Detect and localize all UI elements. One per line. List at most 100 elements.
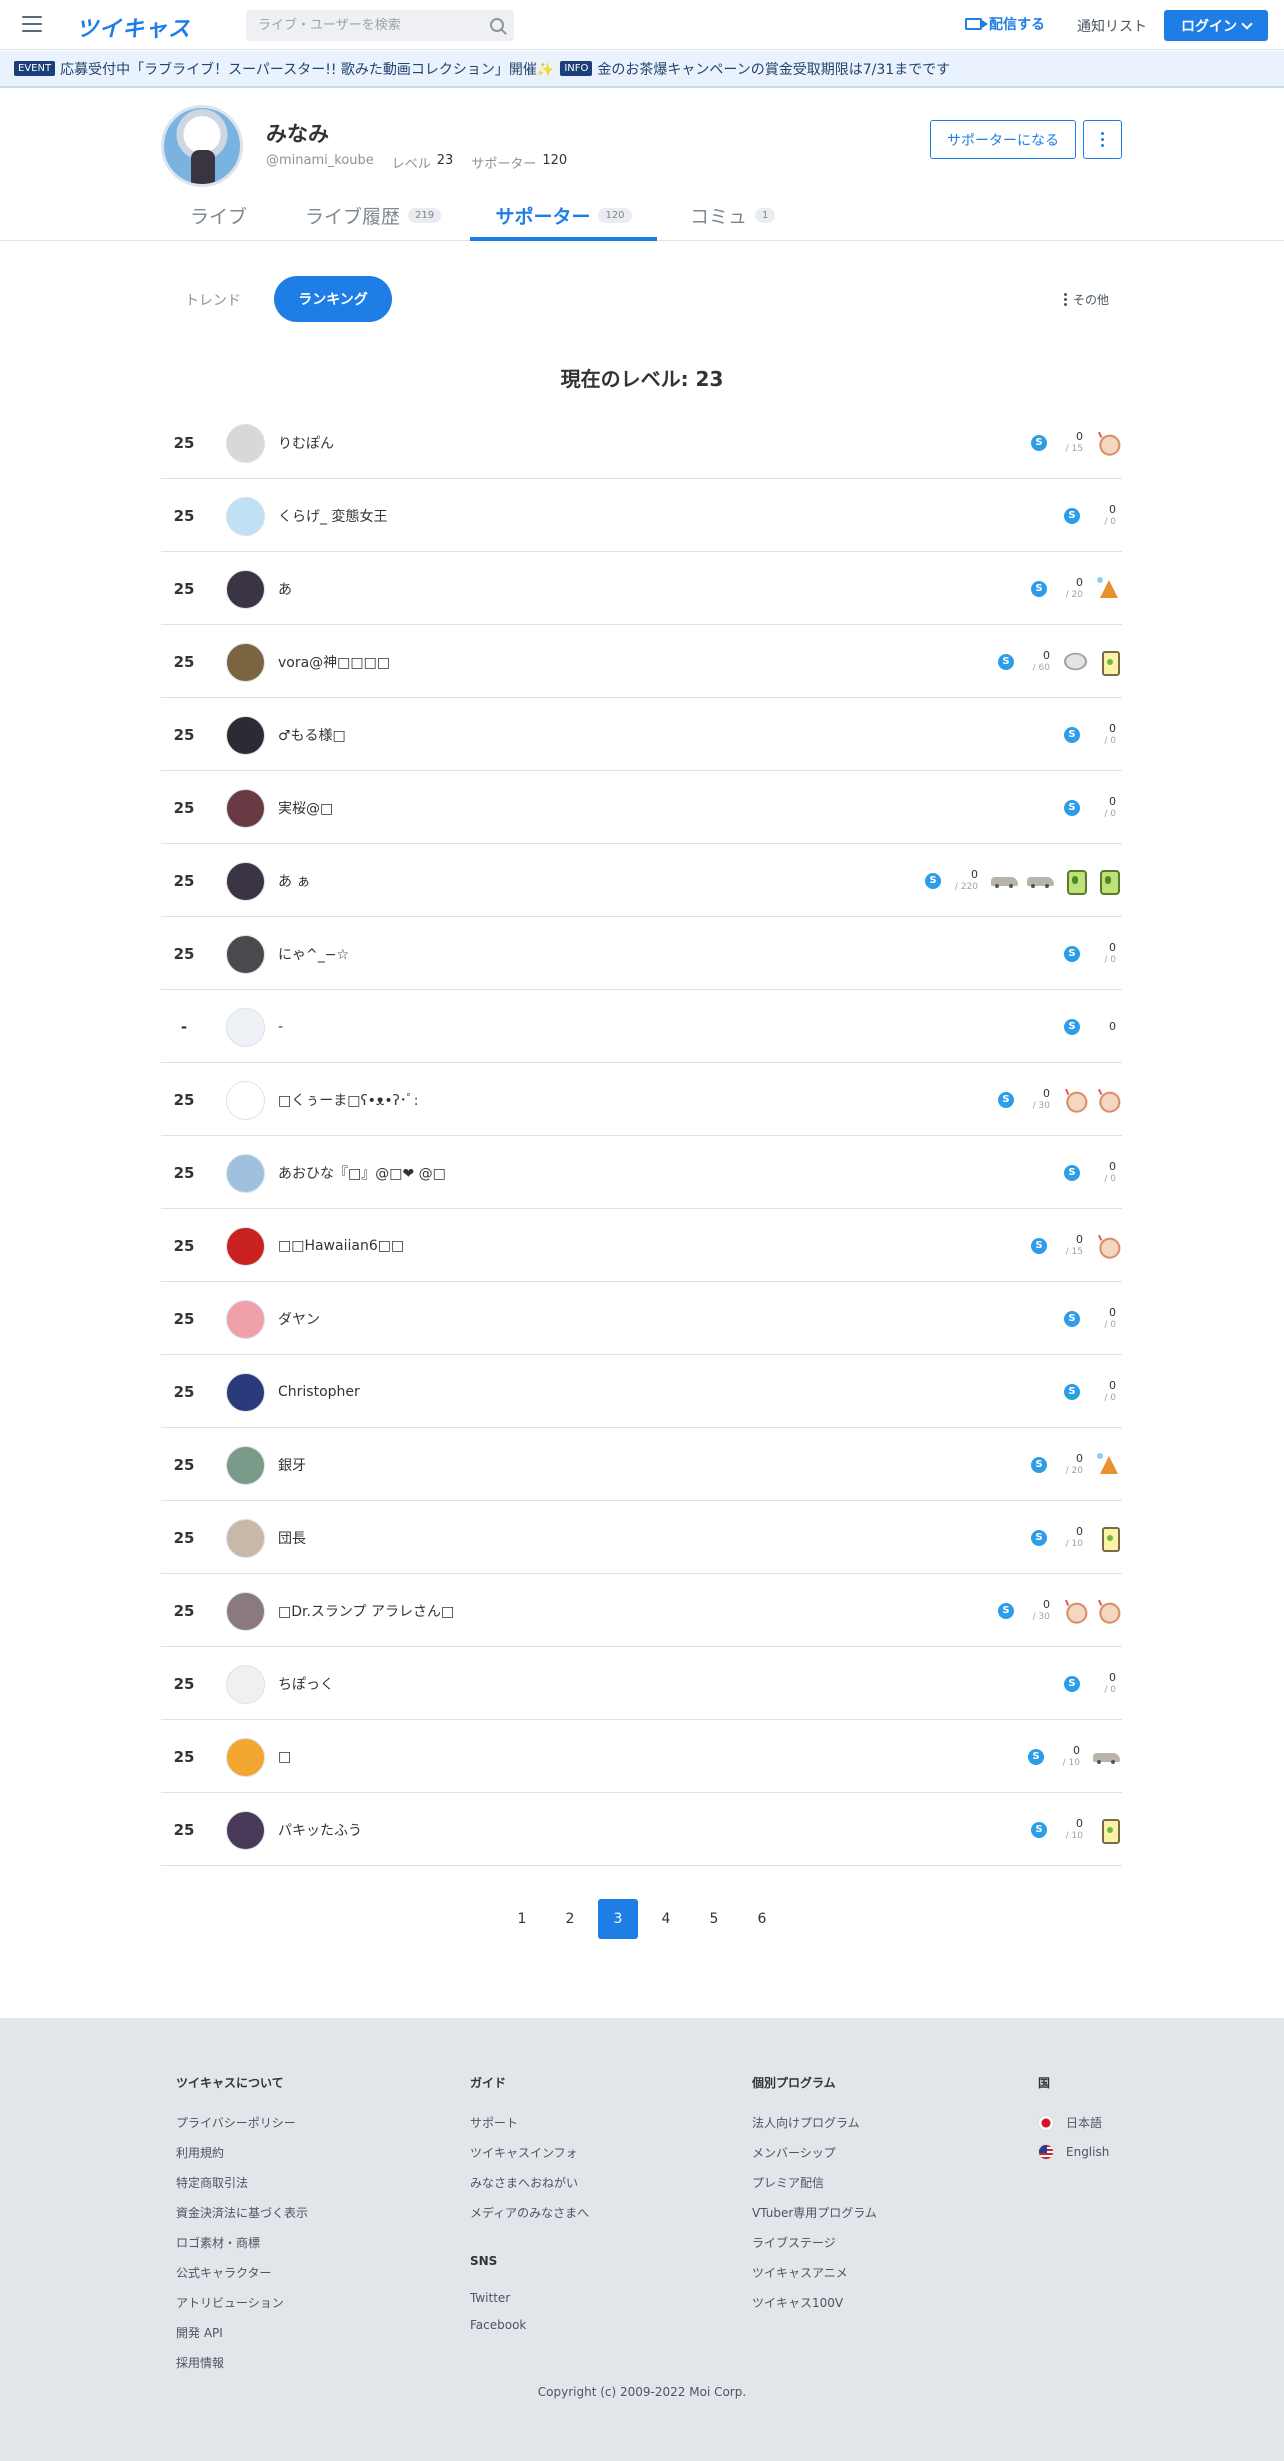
supporter-name[interactable]: 団長: [278, 1501, 306, 1574]
supporter-name[interactable]: パキッたふう: [278, 1793, 362, 1866]
search-icon[interactable]: [490, 18, 504, 32]
supporter-row[interactable]: 25 あ S 0 / 20: [161, 552, 1122, 625]
profile-avatar[interactable]: [161, 105, 243, 187]
broadcast-button[interactable]: 配信する: [965, 14, 1045, 34]
supporter-row[interactable]: 25 □□Hawaiian6□□ S 0 / 15: [161, 1209, 1122, 1282]
footer-link[interactable]: ライブステージ: [752, 2234, 877, 2251]
supporter-row[interactable]: 25 パキッたふう S 0 / 10: [161, 1793, 1122, 1866]
supporter-name[interactable]: あおひな『□』@□❤ @□: [278, 1136, 446, 1209]
footer-link[interactable]: サポート: [470, 2114, 589, 2131]
footer-link[interactable]: ツイキャスアニメ: [752, 2264, 877, 2281]
logo[interactable]: ツイキャス: [76, 11, 191, 43]
supporter-avatar[interactable]: [226, 1227, 265, 1266]
supporter-row[interactable]: 25 あ ぁ S 0 / 220: [161, 844, 1122, 917]
supporter-avatar[interactable]: [226, 1446, 265, 1485]
supporter-row[interactable]: 25 ♂もる様□ S 0 / 0: [161, 698, 1122, 771]
footer-link[interactable]: Twitter: [470, 2291, 589, 2305]
footer-link[interactable]: 採用情報: [176, 2354, 308, 2371]
footer-link[interactable]: ロゴ素材・商標: [176, 2234, 308, 2251]
supporter-avatar[interactable]: [226, 1519, 265, 1558]
supporter-row[interactable]: 25 ダヤン S 0 / 0: [161, 1282, 1122, 1355]
footer-link[interactable]: メンバーシップ: [752, 2144, 877, 2161]
supporter-row[interactable]: 25 □ S 0 / 10: [161, 1720, 1122, 1793]
page-button[interactable]: 2: [550, 1899, 590, 1939]
supporter-avatar[interactable]: [226, 643, 265, 682]
supporter-row[interactable]: 25 Christopher S 0 / 0: [161, 1355, 1122, 1428]
supporter-row[interactable]: 25 にゃ^_−☆ S 0 / 0: [161, 917, 1122, 990]
become-supporter-button[interactable]: サポーターになる: [930, 120, 1076, 159]
supporter-name[interactable]: ダヤン: [278, 1282, 320, 1355]
supporter-row[interactable]: 25 □くぅーま□ʕ•ᴥ•ʔ･ﾟ: S 0 / 30: [161, 1063, 1122, 1136]
lang-japanese[interactable]: 日本語: [1038, 2114, 1109, 2131]
footer-link[interactable]: Facebook: [470, 2318, 589, 2332]
search-input[interactable]: [246, 10, 476, 41]
footer-link[interactable]: プレミア配信: [752, 2174, 877, 2191]
supporter-name[interactable]: □□Hawaiian6□□: [278, 1209, 404, 1282]
supporter-name[interactable]: あ: [278, 552, 292, 625]
supporter-name[interactable]: □くぅーま□ʕ•ᴥ•ʔ･ﾟ:: [278, 1063, 418, 1136]
tab-live-history[interactable]: ライブ履歴 219: [305, 202, 442, 241]
tab-supporters[interactable]: サポーター 120: [470, 202, 657, 241]
tab-community[interactable]: コミュ 1: [690, 202, 776, 241]
supporter-row[interactable]: 25 vora@神□□□□ S 0 / 60: [161, 625, 1122, 698]
supporter-row[interactable]: - - S 0: [161, 990, 1122, 1063]
supporter-name[interactable]: あ ぁ: [278, 844, 310, 917]
supporter-name[interactable]: Christopher: [278, 1355, 360, 1428]
supporter-avatar[interactable]: [226, 1373, 265, 1412]
footer-link[interactable]: アトリビューション: [176, 2294, 308, 2311]
supporter-name[interactable]: □Dr.スランプ アラレさん□: [278, 1574, 454, 1647]
supporter-avatar[interactable]: [226, 789, 265, 828]
footer-link[interactable]: メディアのみなさまへ: [470, 2204, 589, 2221]
supporter-avatar[interactable]: [226, 497, 265, 536]
page-button[interactable]: 4: [646, 1899, 686, 1939]
supporter-avatar[interactable]: [226, 1738, 265, 1777]
supporter-row[interactable]: 25 りむぽん S 0 / 15: [161, 406, 1122, 479]
supporter-row[interactable]: 25 団長 S 0 / 10: [161, 1501, 1122, 1574]
supporter-name[interactable]: ♂もる様□: [278, 698, 346, 771]
supporter-name[interactable]: □: [278, 1720, 291, 1793]
footer-link[interactable]: 開発 API: [176, 2324, 308, 2341]
supporter-row[interactable]: 25 ちぽっく S 0 / 0: [161, 1647, 1122, 1720]
supporter-row[interactable]: 25 銀牙 S 0 / 20: [161, 1428, 1122, 1501]
supporter-name[interactable]: -: [278, 990, 283, 1063]
supporter-name[interactable]: 実桜@□: [278, 771, 333, 844]
page-button[interactable]: 5: [694, 1899, 734, 1939]
supporter-avatar[interactable]: [226, 424, 265, 463]
supporter-row[interactable]: 25 くらげ_ 変態女王 S 0 / 0: [161, 479, 1122, 552]
footer-link[interactable]: 特定商取引法: [176, 2174, 308, 2191]
supporter-name[interactable]: にゃ^_−☆: [278, 917, 349, 990]
more-options-button[interactable]: [1083, 120, 1122, 159]
supporter-avatar[interactable]: [226, 862, 265, 901]
supporter-avatar[interactable]: [226, 716, 265, 755]
supporter-name[interactable]: りむぽん: [278, 406, 334, 479]
page-button[interactable]: 1: [502, 1899, 542, 1939]
footer-link[interactable]: 法人向けプログラム: [752, 2114, 877, 2131]
footer-link[interactable]: ツイキャスインフォ: [470, 2144, 589, 2161]
ticker-item[interactable]: 応募受付中「ラブライブ！スーパースター!! 歌みた動画コレクション」開催✨: [60, 59, 554, 79]
supporter-avatar[interactable]: [226, 570, 265, 609]
supporter-avatar[interactable]: [226, 1081, 265, 1120]
footer-link[interactable]: 公式キャラクター: [176, 2264, 308, 2281]
lang-english[interactable]: English: [1038, 2144, 1109, 2160]
footer-link[interactable]: 資金決済法に基づく表示: [176, 2204, 308, 2221]
footer-link[interactable]: VTuber専用プログラム: [752, 2204, 877, 2221]
supporter-avatar[interactable]: [226, 1300, 265, 1339]
supporter-avatar[interactable]: [226, 1592, 265, 1631]
footer-link[interactable]: 利用規約: [176, 2144, 308, 2161]
supporter-name[interactable]: くらげ_ 変態女王: [278, 479, 387, 552]
tab-live[interactable]: ライブ: [190, 202, 247, 241]
page-button[interactable]: 6: [742, 1899, 782, 1939]
other-menu[interactable]: その他: [1064, 291, 1109, 308]
supporter-avatar[interactable]: [226, 1008, 265, 1047]
login-button[interactable]: ログイン: [1164, 10, 1268, 41]
supporter-name[interactable]: vora@神□□□□: [278, 625, 390, 698]
supporter-name[interactable]: 銀牙: [278, 1428, 306, 1501]
page-button[interactable]: 3: [598, 1899, 638, 1939]
footer-link[interactable]: ツイキャス100V: [752, 2294, 877, 2311]
ticker-item[interactable]: 金のお茶爆キャンペーンの賞金受取期限は7/31までです: [597, 59, 950, 79]
supporter-row[interactable]: 25 あおひな『□』@□❤ @□ S 0 / 0: [161, 1136, 1122, 1209]
supporter-row[interactable]: 25 □Dr.スランプ アラレさん□ S 0 / 30: [161, 1574, 1122, 1647]
supporter-avatar[interactable]: [226, 1665, 265, 1704]
subtab-ranking[interactable]: ランキング: [274, 276, 392, 322]
supporter-avatar[interactable]: [226, 1154, 265, 1193]
